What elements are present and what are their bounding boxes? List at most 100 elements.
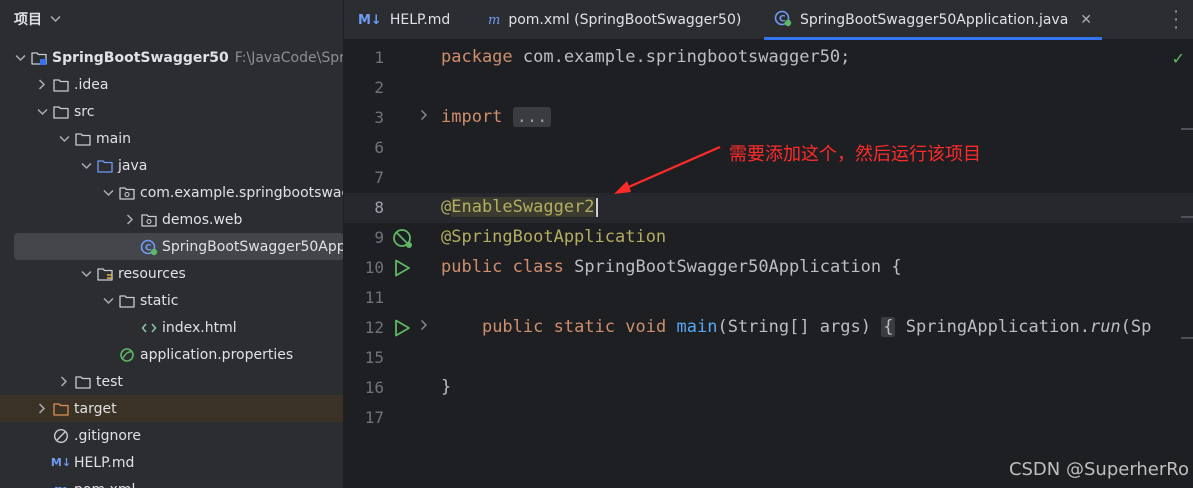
- folder-icon: [52, 104, 70, 120]
- tree-item[interactable]: C SpringBootSwagger50Appli: [14, 233, 344, 260]
- project-panel-header[interactable]: 项目: [0, 0, 343, 38]
- spring-class-icon: C: [774, 9, 792, 31]
- more-options-icon[interactable]: · · ·: [1173, 4, 1179, 36]
- project-panel-title: 项目: [14, 12, 42, 28]
- line-number: 6: [374, 138, 384, 157]
- tree-item-label: .idea: [74, 76, 109, 93]
- tree-item[interactable]: .idea: [0, 71, 343, 98]
- chevron-down-icon[interactable]: [50, 13, 61, 26]
- tree-item[interactable]: static: [0, 287, 343, 314]
- code-line: 9 @SpringBootApplication: [344, 223, 1193, 253]
- line-number: 16: [364, 378, 384, 397]
- tree-item-label: main: [96, 130, 131, 147]
- text-caret: [595, 197, 598, 217]
- line-number: 8: [374, 198, 384, 217]
- tree-item-label: resources: [118, 265, 186, 282]
- editor-tab-bar: M↓ HELP.md m pom.xml (SpringBootSwagger5…: [344, 0, 1193, 40]
- tree-item-label: src: [74, 103, 95, 120]
- code-line: 2: [344, 73, 1193, 103]
- spring-properties-icon: [118, 347, 136, 363]
- tree-item-label: java: [118, 157, 148, 174]
- module-folder-icon: [30, 50, 48, 66]
- maven-file-icon: m: [52, 481, 70, 488]
- code-line: 16 }: [344, 373, 1193, 403]
- chevron-down-icon[interactable]: [78, 270, 94, 278]
- gitignore-icon: [52, 428, 70, 444]
- tab-help-md[interactable]: M↓ HELP.md: [358, 0, 450, 40]
- tree-item-label: SpringBootSwagger50: [52, 49, 229, 66]
- chevron-down-icon[interactable]: [12, 54, 28, 62]
- chevron-down-icon[interactable]: [56, 135, 72, 143]
- line-number: 11: [364, 288, 384, 307]
- tree-item[interactable]: application.properties: [0, 341, 343, 368]
- chevron-right-icon[interactable]: [34, 403, 50, 414]
- tree-item[interactable]: SpringBootSwagger50 F:\JavaCode\SpringB: [0, 44, 343, 71]
- line-number: 12: [364, 318, 384, 337]
- maven-file-icon: m: [488, 12, 501, 28]
- tree-item[interactable]: test: [0, 368, 343, 395]
- folder-icon: [74, 374, 92, 390]
- code-text: @SpringBootApplication: [441, 227, 667, 247]
- tree-item[interactable]: main: [0, 125, 343, 152]
- code-editor[interactable]: 1 package com.example.springbootswagger5…: [344, 41, 1193, 488]
- tab-application-java[interactable]: C SpringBootSwagger50Application.java ✕: [764, 0, 1103, 40]
- tree-item-label: HELP.md: [74, 454, 135, 471]
- close-icon[interactable]: ✕: [1080, 12, 1092, 28]
- code-text: import ...: [441, 107, 552, 127]
- scrollbar-marker: [1181, 216, 1193, 218]
- tab-label: pom.xml (SpringBootSwagger50): [508, 12, 742, 28]
- tree-item[interactable]: src: [0, 98, 343, 125]
- chevron-down-icon[interactable]: [78, 162, 94, 170]
- code-line: 15: [344, 343, 1193, 373]
- run-icon[interactable]: [392, 258, 412, 278]
- project-path-hint: F:\JavaCode\SpringB: [234, 49, 343, 66]
- folder-icon: [74, 131, 92, 147]
- code-line: 10 public class SpringBootSwagger50Appli…: [344, 253, 1193, 283]
- tree-item-label: demos.web: [162, 211, 243, 228]
- tree-item[interactable]: resources: [0, 260, 343, 287]
- line-number: 9: [374, 228, 384, 247]
- tree-item-label: target: [74, 400, 117, 417]
- fold-expand-icon[interactable]: [420, 319, 428, 335]
- tree-item-label: pom.xml: [74, 482, 135, 488]
- run-icon[interactable]: [392, 318, 412, 338]
- chevron-right-icon[interactable]: [34, 79, 50, 90]
- folded-method-body[interactable]: {: [881, 317, 896, 337]
- fold-expand-icon[interactable]: [420, 109, 428, 125]
- tree-item[interactable]: m pom.xml: [0, 476, 343, 488]
- source-folder-icon: [96, 158, 114, 174]
- chevron-right-icon[interactable]: [122, 214, 138, 225]
- chevron-down-icon[interactable]: [100, 189, 116, 197]
- chevron-down-icon[interactable]: [100, 297, 116, 305]
- tree-item[interactable]: target: [0, 395, 343, 422]
- code-line: 3 import ...: [344, 103, 1193, 133]
- tree-item[interactable]: .gitignore: [0, 422, 343, 449]
- chevron-right-icon[interactable]: [56, 376, 72, 387]
- line-number: 7: [374, 168, 384, 187]
- tree-item[interactable]: demos.web: [0, 206, 343, 233]
- annotation-enable-swagger: @EnableSwagger2: [441, 197, 595, 217]
- resources-folder-icon: [96, 266, 114, 282]
- folded-imports[interactable]: ...: [512, 107, 552, 127]
- tab-pom-xml[interactable]: m pom.xml (SpringBootSwagger50): [488, 0, 741, 40]
- project-tree: SpringBootSwagger50 F:\JavaCode\SpringB .i…: [0, 44, 344, 488]
- markdown-file-icon: M↓: [358, 12, 382, 28]
- scrollbar-marker: [1181, 337, 1193, 339]
- inspection-ok-icon[interactable]: ✓: [1172, 49, 1185, 68]
- code-text: public static void main(String[] args) {…: [481, 317, 1152, 337]
- tree-item[interactable]: index.html: [0, 314, 343, 341]
- chevron-down-icon[interactable]: [34, 108, 50, 116]
- line-number: 2: [374, 78, 384, 97]
- line-number: 1: [374, 48, 384, 67]
- annotation-note: 需要添加这个，然后运行该项目: [729, 144, 981, 165]
- tree-item-label: com.example.springbootswagg: [140, 184, 344, 201]
- spring-bean-icon[interactable]: [392, 228, 412, 248]
- tree-item[interactable]: com.example.springbootswagg: [0, 179, 344, 206]
- tree-item[interactable]: java: [0, 152, 343, 179]
- package-icon: [118, 185, 136, 201]
- markdown-file-icon: M↓: [50, 456, 72, 469]
- tree-item-label: SpringBootSwagger50Appli: [162, 238, 344, 255]
- tree-item[interactable]: M↓ HELP.md: [0, 449, 343, 476]
- code-line: 17: [344, 403, 1193, 433]
- spring-class-icon: C: [140, 239, 158, 255]
